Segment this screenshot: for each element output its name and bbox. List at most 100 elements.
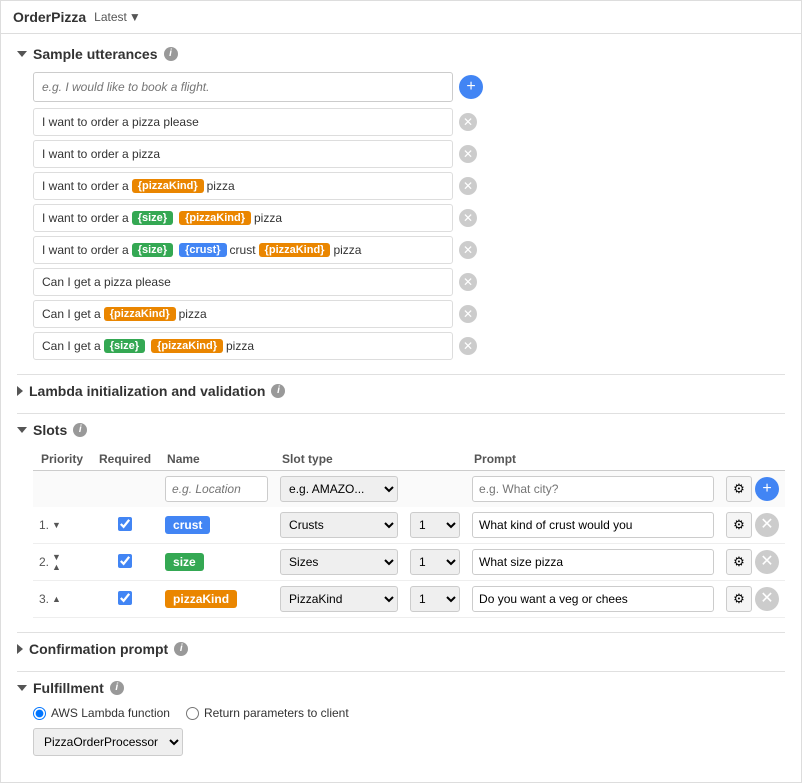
utterance-plain-text: crust	[230, 243, 256, 257]
fulfillment-collapse-icon	[17, 685, 27, 691]
utterance-remove-button[interactable]: ✕	[459, 241, 477, 259]
app-container: OrderPizza Latest ▼ Sample utterances i …	[0, 0, 802, 783]
slot-down-arrow[interactable]: ▼	[52, 553, 61, 562]
lambda-section: Lambda initialization and validation i	[17, 383, 785, 399]
utterance-slot-tag: {pizzaKind}	[132, 179, 204, 193]
col-header-prompt: Prompt	[466, 448, 720, 471]
version-selector[interactable]: Latest ▼	[94, 10, 141, 24]
slot-remove-button[interactable]: ✕	[755, 587, 779, 611]
utterance-new-input[interactable]	[33, 72, 453, 102]
slots-info-icon[interactable]: i	[73, 423, 87, 437]
slot-type-select[interactable]: Crusts	[280, 512, 398, 538]
utterances-info-icon[interactable]: i	[164, 47, 178, 61]
slot-name-badge: size	[165, 553, 204, 571]
slot-input-priority	[33, 471, 91, 508]
utterances-title: Sample utterances	[33, 46, 158, 62]
slot-version-select[interactable]: 1	[410, 549, 460, 575]
utterance-row: Can I get a {pizzaKind} pizza✕	[33, 300, 785, 328]
slot-type-select[interactable]: PizzaKind	[280, 586, 398, 612]
utterance-slot-tag: {pizzaKind}	[104, 307, 176, 321]
utterance-add-row: +	[33, 72, 785, 102]
utterance-remove-button[interactable]: ✕	[459, 273, 477, 291]
utterance-plain-text: pizza	[179, 307, 207, 321]
slot-remove-button[interactable]: ✕	[755, 550, 779, 574]
slot-name-badge: crust	[165, 516, 210, 534]
fulfillment-function-dropdown[interactable]: PizzaOrderProcessor	[33, 728, 183, 756]
slot-up-arrow[interactable]: ▲	[52, 595, 61, 604]
utterance-remove-button[interactable]: ✕	[459, 113, 477, 131]
confirmation-title: Confirmation prompt	[29, 641, 168, 657]
fulfillment-lambda-radio-label[interactable]: AWS Lambda function	[33, 706, 170, 720]
utterance-slot-tag: {size}	[132, 243, 173, 257]
utterance-remove-button[interactable]: ✕	[459, 145, 477, 163]
slot-prompt-input[interactable]	[472, 512, 714, 538]
slot-type-cell: PizzaKind	[274, 581, 404, 618]
utterance-plain-text: pizza	[226, 339, 254, 353]
slot-type-input[interactable]: e.g. AMAZO...	[280, 476, 398, 502]
slot-input-row: e.g. AMAZO... ⚙ +	[33, 471, 785, 508]
confirmation-collapse-icon	[17, 644, 23, 654]
slot-name-badge: pizzaKind	[165, 590, 237, 608]
slot-priority-number: 3.	[39, 592, 49, 606]
slot-type-select[interactable]: Sizes	[280, 549, 398, 575]
utterance-remove-button[interactable]: ✕	[459, 305, 477, 323]
utterance-plain-text: Can I get a	[42, 339, 101, 353]
slot-required-checkbox[interactable]	[118, 554, 132, 568]
col-header-required: Required	[91, 448, 159, 471]
slot-actions-cell: ⚙✕	[720, 581, 785, 618]
slot-version-cell: 1	[404, 581, 466, 618]
confirmation-section-header[interactable]: Confirmation prompt i	[17, 641, 785, 657]
slot-required-checkbox[interactable]	[118, 591, 132, 605]
slot-name-cell: crust	[159, 507, 274, 544]
utterance-add-button[interactable]: +	[459, 75, 483, 99]
slot-priority-cell: 3.▲	[33, 581, 91, 618]
utterance-plain-text: I want to order a pizza	[42, 147, 160, 161]
lambda-info-icon[interactable]: i	[271, 384, 285, 398]
slot-name-input[interactable]	[165, 476, 268, 502]
confirmation-info-icon[interactable]: i	[174, 642, 188, 656]
slot-version-select[interactable]: 1	[410, 586, 460, 612]
slot-priority-arrows: ▲	[52, 595, 61, 604]
slot-prompt-input[interactable]	[472, 586, 714, 612]
slot-actions-row: ⚙✕	[726, 512, 779, 538]
slot-gear-button[interactable]: ⚙	[726, 549, 752, 575]
utterance-row: Can I get a {size} {pizzaKind} pizza✕	[33, 332, 785, 360]
slot-type-cell: Sizes	[274, 544, 404, 581]
slot-version-select[interactable]: 1	[410, 512, 460, 538]
fulfillment-info-icon[interactable]: i	[110, 681, 124, 695]
slot-gear-button[interactable]: ⚙	[726, 512, 752, 538]
slot-required-cell	[91, 581, 159, 618]
utterances-section-header[interactable]: Sample utterances i	[17, 46, 785, 62]
utterance-row: I want to order a {size} {crust} crust {…	[33, 236, 785, 264]
utterance-remove-button[interactable]: ✕	[459, 177, 477, 195]
utterance-row: Can I get a pizza please ✕	[33, 268, 785, 296]
fulfillment-content: AWS Lambda function Return parameters to…	[17, 706, 785, 756]
slot-prompt-input[interactable]	[472, 476, 714, 502]
utterances-collapse-icon	[17, 51, 27, 57]
slot-up-arrow[interactable]: ▲	[52, 563, 61, 572]
slot-input-actions-row: ⚙ +	[726, 476, 779, 502]
utterance-remove-button[interactable]: ✕	[459, 337, 477, 355]
version-arrow-icon: ▼	[129, 10, 141, 24]
slot-remove-button[interactable]: ✕	[755, 513, 779, 537]
utterance-text: I want to order a {size} {crust} crust {…	[33, 236, 453, 264]
slots-container: Priority Required Name Slot type Prompt	[17, 448, 785, 618]
slots-section-header[interactable]: Slots i	[17, 422, 785, 438]
slot-gear-button[interactable]: ⚙	[726, 586, 752, 612]
slot-input-add-button[interactable]: +	[755, 477, 779, 501]
utterance-remove-button[interactable]: ✕	[459, 209, 477, 227]
lambda-section-header[interactable]: Lambda initialization and validation i	[17, 383, 785, 399]
slot-required-checkbox[interactable]	[118, 517, 132, 531]
utterances-list: I want to order a pizza please ✕ I want to…	[33, 108, 785, 360]
fulfillment-params-radio-label[interactable]: Return parameters to client	[186, 706, 349, 720]
fulfillment-params-radio[interactable]	[186, 707, 199, 720]
utterance-text: I want to order a pizza please	[33, 108, 453, 136]
slot-input-gear-button[interactable]: ⚙	[726, 476, 752, 502]
slot-prompt-input[interactable]	[472, 549, 714, 575]
utterance-plain-text: Can I get a pizza please	[42, 275, 171, 289]
fulfillment-section-header[interactable]: Fulfillment i	[17, 680, 785, 696]
fulfillment-lambda-radio[interactable]	[33, 707, 46, 720]
slot-down-arrow[interactable]: ▼	[52, 521, 61, 530]
slot-priority-cell: 1.▼	[33, 507, 91, 544]
slot-version-cell: 1	[404, 507, 466, 544]
